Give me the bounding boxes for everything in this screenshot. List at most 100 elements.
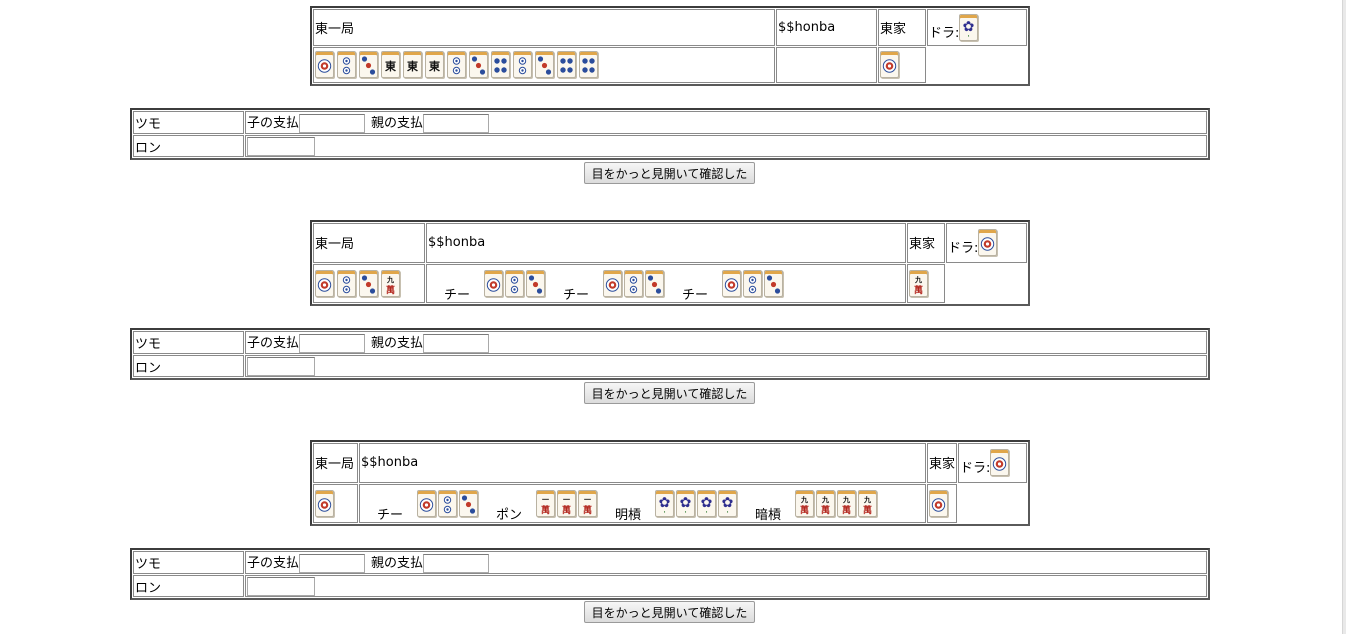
tile-9-sou: ✿ · xyxy=(697,489,717,517)
svg-text:·: · xyxy=(663,509,665,516)
meld-group xyxy=(417,489,480,517)
ron-label: ロン xyxy=(133,575,244,597)
tile-1-pin xyxy=(484,269,504,297)
svg-text:·: · xyxy=(968,33,970,40)
empty-cell xyxy=(958,484,1027,524)
tile-1-pin xyxy=(603,269,623,297)
confirm-button[interactable]: 目をかっと見開いて確認した xyxy=(584,601,755,623)
child-pay-label: 子の支払 xyxy=(247,116,300,131)
tsumo-inputs: 子の支払 親の支払 xyxy=(245,551,1207,574)
dora-cell: ドラ: xyxy=(946,223,1027,263)
svg-text:九: 九 xyxy=(386,275,394,284)
honba-label: $$honba xyxy=(426,223,906,263)
ron-label: ロン xyxy=(133,135,244,157)
tile-east-wind: 東 xyxy=(425,51,444,79)
tile-3-pin xyxy=(359,269,378,297)
meld-group xyxy=(722,269,785,297)
tile-9-sou: ✿ · xyxy=(655,489,675,517)
svg-text:一: 一 xyxy=(584,496,591,504)
tile-1-pin xyxy=(880,51,899,79)
hand-table: 東一局 $$honba 東家 ドラ: ✿ · 東東東 xyxy=(310,6,1030,86)
tile-3-pin xyxy=(469,51,488,79)
svg-text:萬: 萬 xyxy=(842,504,851,516)
meld-group xyxy=(603,269,666,297)
tile-2-pin xyxy=(337,51,356,79)
tsumo-inputs: 子の支払 親の支払 xyxy=(245,331,1207,354)
ron-label: ロン xyxy=(133,355,244,377)
ron-pay-input[interactable] xyxy=(247,136,315,156)
svg-text:萬: 萬 xyxy=(821,504,830,516)
parent-pay-label: 親の支払 xyxy=(371,336,424,351)
confirm-button[interactable]: 目をかっと見開いて確認した xyxy=(584,382,755,404)
svg-text:九: 九 xyxy=(800,495,808,504)
dora-cell: ドラ: xyxy=(958,443,1027,483)
ron-pay-input[interactable] xyxy=(247,356,315,376)
tile-1-pin xyxy=(929,489,948,517)
child-pay-input[interactable] xyxy=(299,554,366,573)
draw-cell: 九萬 xyxy=(907,263,945,303)
tile-1-man: 一萬 xyxy=(578,489,598,517)
svg-text:萬: 萬 xyxy=(541,504,550,516)
svg-text:萬: 萬 xyxy=(914,284,923,296)
hand-table: 東一局 $$honba 東家 ドラ: 九萬 チー チー チー 九萬 xyxy=(310,220,1030,306)
meld-type-label: チー xyxy=(682,287,709,303)
parent-pay-label: 親の支払 xyxy=(371,116,424,131)
svg-text:一: 一 xyxy=(563,496,570,504)
svg-text:東: 東 xyxy=(407,59,419,73)
parent-pay-input[interactable] xyxy=(423,334,490,353)
hand-table: 東一局 $$honba 東家 ドラ: チー ポン一萬一萬一萬明槓 ✿ · ✿ · ✿ · ✿ · 暗… xyxy=(310,440,1030,526)
tile-1-man: 一萬 xyxy=(536,489,556,517)
tile-9-man: 九萬 xyxy=(795,489,815,517)
seat-label: 東家 xyxy=(927,443,957,483)
tile-1-pin xyxy=(315,51,334,79)
tile-2-pin xyxy=(505,269,525,297)
svg-text:·: · xyxy=(705,509,707,516)
dora-label: ドラ: xyxy=(948,241,979,257)
round-label: 東一局 xyxy=(313,443,358,483)
melds-cell xyxy=(776,46,877,83)
tile-2-pin xyxy=(743,269,763,297)
tile-1-pin xyxy=(417,489,437,517)
tile-4-pin xyxy=(579,51,598,79)
dora-cell: ドラ: ✿ · xyxy=(927,9,1027,46)
draw-cell xyxy=(927,483,957,523)
svg-text:九: 九 xyxy=(914,275,922,284)
dora-label: ドラ: xyxy=(929,25,960,41)
parent-pay-input[interactable] xyxy=(423,554,490,573)
ron-inputs xyxy=(245,575,1207,597)
tile-4-pin xyxy=(557,51,576,79)
melds-cell: チー ポン一萬一萬一萬明槓 ✿ · ✿ · ✿ · ✿ · 暗槓九萬九萬九萬九萬 xyxy=(359,483,926,523)
scrollbar[interactable] xyxy=(1342,0,1346,634)
tile-9-man: 九萬 xyxy=(837,489,857,517)
child-pay-input[interactable] xyxy=(299,114,366,133)
ron-pay-input[interactable] xyxy=(247,576,315,596)
tile-9-man: 九萬 xyxy=(909,269,928,297)
child-pay-input[interactable] xyxy=(299,334,366,353)
hand-tiles xyxy=(313,483,358,523)
tile-4-pin xyxy=(491,51,510,79)
confirm-button[interactable]: 目をかっと見開いて確認した xyxy=(584,162,755,184)
empty-cell xyxy=(927,47,1027,84)
tsumo-label: ツモ xyxy=(133,551,244,574)
svg-text:九: 九 xyxy=(821,495,829,504)
tile-1-pin xyxy=(990,449,1010,477)
svg-text:九: 九 xyxy=(863,495,871,504)
hand-tiles: 東東東 xyxy=(313,46,775,83)
tsumo-label: ツモ xyxy=(133,111,244,134)
svg-text:萬: 萬 xyxy=(800,504,809,516)
tile-9-sou: ✿ · xyxy=(718,489,738,517)
meld-group: 九萬九萬九萬九萬 xyxy=(795,489,879,517)
svg-text:一: 一 xyxy=(542,496,549,504)
empty-cell xyxy=(946,264,1027,304)
payment-table: ツモ 子の支払 親の支払 ロン xyxy=(130,328,1210,380)
svg-text:東: 東 xyxy=(385,59,397,73)
tsumo-label: ツモ xyxy=(133,331,244,354)
svg-text:萬: 萬 xyxy=(562,504,571,516)
tile-1-pin xyxy=(978,229,998,257)
payment-table: ツモ 子の支払 親の支払 ロン xyxy=(130,108,1210,160)
tile-east-wind: 東 xyxy=(403,51,422,79)
parent-pay-input[interactable] xyxy=(423,114,490,133)
child-pay-label: 子の支払 xyxy=(247,556,300,571)
tile-2-pin xyxy=(624,269,644,297)
tile-1-pin xyxy=(315,269,334,297)
